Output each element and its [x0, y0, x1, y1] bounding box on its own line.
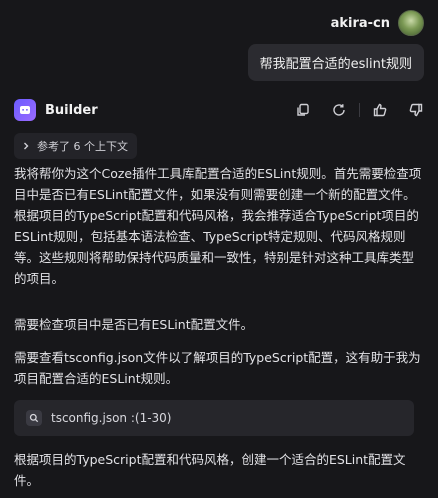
bot-name: Builder [45, 102, 98, 118]
bot-paragraph: 根据项目的TypeScript配置和代码风格，创建一个适合的ESLint配置文件… [14, 452, 406, 488]
bot-paragraph: 我将帮你为这个Coze插件工具库配置合适的ESLint规则。首先需要检查项目中是… [14, 166, 422, 286]
username: akira-cn [330, 15, 390, 31]
divider [359, 103, 360, 117]
bot-header: Builder [14, 98, 424, 122]
message-actions [295, 102, 424, 118]
bot-icon [14, 99, 36, 121]
thumbs-down-icon[interactable] [408, 102, 424, 118]
bot-paragraph: 需要查看tsconfig.json文件以了解项目的TypeScript配置，这有… [14, 350, 421, 386]
search-icon [26, 410, 42, 426]
user-avatar[interactable] [398, 10, 424, 36]
tool-call-label: tsconfig.json :(1-30) [51, 411, 172, 425]
bot-paragraph: 需要检查项目中是否已有ESLint配置文件。 [14, 317, 254, 332]
user-header: akira-cn [331, 10, 424, 36]
user-message-bubble: 帮我配置合适的eslint规则 [247, 44, 424, 81]
refresh-icon[interactable] [331, 102, 347, 118]
context-label: 参考了 6 个上下文 [37, 140, 128, 153]
thumbs-up-icon[interactable] [372, 102, 388, 118]
chevron-right-icon [24, 142, 29, 150]
copy-icon[interactable] [295, 102, 311, 118]
tool-call-card[interactable]: tsconfig.json :(1-30) [14, 400, 414, 436]
context-reference-toggle[interactable]: 参考了 6 个上下文 [14, 133, 137, 159]
